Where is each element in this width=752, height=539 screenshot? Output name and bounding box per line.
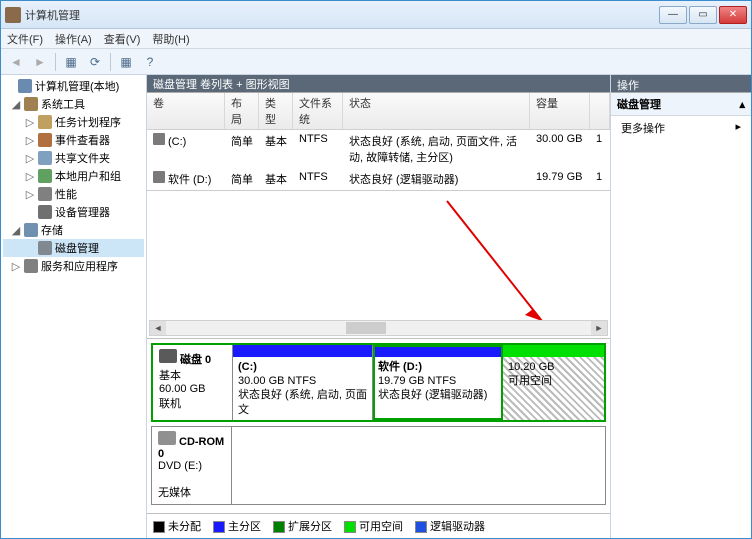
refresh-button[interactable]: ⟳ — [84, 51, 106, 73]
tree-system-tools[interactable]: ◢系统工具 — [3, 95, 144, 113]
legend-primary-swatch — [213, 521, 225, 533]
titlebar[interactable]: 计算机管理 — ▭ ✕ — [1, 1, 751, 29]
volume-icon — [153, 171, 165, 183]
content-area: 计算机管理(本地) ◢系统工具 ▷任务计划程序 ▷事件查看器 ▷共享文件夹 ▷本… — [1, 75, 751, 538]
table-scroll-area: ◄ ► — [147, 191, 610, 338]
disk-0-partitions: (C:)30.00 GB NTFS状态良好 (系统, 启动, 页面文 软件 (D… — [233, 345, 604, 420]
tree-services-apps[interactable]: ▷服务和应用程序 — [3, 257, 144, 275]
col-volume[interactable]: 卷 — [147, 93, 225, 129]
cdrom-info: CD-ROM 0 DVD (E:) 无媒体 — [152, 427, 232, 504]
partition-free-bar — [503, 345, 604, 357]
tree-root[interactable]: 计算机管理(本地) — [3, 77, 144, 95]
legend-unalloc-swatch — [153, 521, 165, 533]
partition-free[interactable]: 10.20 GB可用空间 — [503, 345, 604, 420]
disk-0-info: 磁盘 0 基本 60.00 GB 联机 — [153, 345, 233, 420]
panel-header: 磁盘管理 卷列表 + 图形视图 — [147, 75, 610, 93]
legend-logical-swatch — [415, 521, 427, 533]
menu-file[interactable]: 文件(F) — [7, 31, 43, 47]
maximize-button[interactable]: ▭ — [689, 6, 717, 24]
table-header: 卷 布局 类型 文件系统 状态 容量 — [147, 93, 610, 130]
partition-d-bar — [373, 345, 502, 357]
col-type[interactable]: 类型 — [259, 93, 293, 129]
tree-task-scheduler[interactable]: ▷任务计划程序 — [3, 113, 144, 131]
tree-performance[interactable]: ▷性能 — [3, 185, 144, 203]
tree-panel[interactable]: 计算机管理(本地) ◢系统工具 ▷任务计划程序 ▷事件查看器 ▷共享文件夹 ▷本… — [1, 75, 147, 538]
volume-table[interactable]: 卷 布局 类型 文件系统 状态 容量 (C:) 简单 基本 NTFS 状态良好 … — [147, 93, 610, 191]
window-title: 计算机管理 — [25, 7, 659, 23]
col-extra[interactable] — [590, 93, 610, 129]
legend-extended-swatch — [273, 521, 285, 533]
chevron-right-icon: ▸ — [735, 120, 741, 133]
scroll-right-button[interactable]: ► — [591, 321, 607, 335]
col-fs[interactable]: 文件系统 — [293, 93, 343, 129]
partition-c[interactable]: (C:)30.00 GB NTFS状态良好 (系统, 启动, 页面文 — [233, 345, 373, 420]
cdrom-row[interactable]: CD-ROM 0 DVD (E:) 无媒体 — [151, 426, 606, 505]
close-button[interactable]: ✕ — [719, 6, 747, 24]
volume-row-c[interactable]: (C:) 简单 基本 NTFS 状态良好 (系统, 启动, 页面文件, 活动, … — [147, 130, 610, 168]
tree-shared-folders[interactable]: ▷共享文件夹 — [3, 149, 144, 167]
disk-management-panel: 磁盘管理 卷列表 + 图形视图 卷 布局 类型 文件系统 状态 容量 (C:) … — [147, 75, 611, 538]
app-icon — [5, 7, 21, 23]
toolbar-icon-2[interactable]: ▦ — [115, 51, 137, 73]
menu-help[interactable]: 帮助(H) — [152, 31, 189, 47]
cdrom-partitions — [232, 427, 605, 504]
toolbar: ◄ ► ▦ ⟳ ▦ ? — [1, 49, 751, 75]
col-capacity[interactable]: 容量 — [530, 93, 590, 129]
volume-row-d[interactable]: 软件 (D:) 简单 基本 NTFS 状态良好 (逻辑驱动器) 19.79 GB… — [147, 168, 610, 190]
volume-icon — [153, 133, 165, 145]
disk-icon — [159, 349, 177, 363]
menu-action[interactable]: 操作(A) — [55, 31, 92, 47]
legend: 未分配 主分区 扩展分区 可用空间 逻辑驱动器 — [147, 513, 610, 538]
chevron-up-icon: ▴ — [739, 98, 745, 111]
main-window: 计算机管理 — ▭ ✕ 文件(F) 操作(A) 查看(V) 帮助(H) ◄ ► … — [0, 0, 752, 539]
forward-button[interactable]: ► — [29, 51, 51, 73]
col-status[interactable]: 状态 — [343, 93, 530, 129]
tree-local-users[interactable]: ▷本地用户和组 — [3, 167, 144, 185]
actions-panel: 操作 磁盘管理▴ 更多操作▸ — [611, 75, 751, 538]
back-button[interactable]: ◄ — [5, 51, 27, 73]
tree-event-viewer[interactable]: ▷事件查看器 — [3, 131, 144, 149]
disk-0-row[interactable]: 磁盘 0 基本 60.00 GB 联机 (C:)30.00 GB NTFS状态良… — [151, 343, 606, 422]
partition-d[interactable]: 软件 (D:)19.79 GB NTFS状态良好 (逻辑驱动器) — [373, 345, 503, 420]
menu-view[interactable]: 查看(V) — [104, 31, 141, 47]
col-layout[interactable]: 布局 — [225, 93, 259, 129]
legend-free-swatch — [344, 521, 356, 533]
scroll-left-button[interactable]: ◄ — [150, 321, 166, 335]
minimize-button[interactable]: — — [659, 6, 687, 24]
help-button[interactable]: ? — [139, 51, 161, 73]
partition-c-bar — [233, 345, 372, 357]
tree-device-manager[interactable]: 设备管理器 — [3, 203, 144, 221]
cdrom-icon — [158, 431, 176, 445]
actions-section[interactable]: 磁盘管理▴ — [611, 93, 751, 116]
tree-storage[interactable]: ◢存储 — [3, 221, 144, 239]
horizontal-scrollbar[interactable]: ◄ ► — [149, 320, 608, 336]
tree-disk-management[interactable]: 磁盘管理 — [3, 239, 144, 257]
scroll-thumb[interactable] — [346, 322, 386, 334]
disk-graphic-panel: 磁盘 0 基本 60.00 GB 联机 (C:)30.00 GB NTFS状态良… — [147, 338, 610, 513]
more-actions-item[interactable]: 更多操作▸ — [611, 116, 751, 140]
actions-header: 操作 — [611, 75, 751, 93]
toolbar-icon-1[interactable]: ▦ — [60, 51, 82, 73]
menubar: 文件(F) 操作(A) 查看(V) 帮助(H) — [1, 29, 751, 49]
